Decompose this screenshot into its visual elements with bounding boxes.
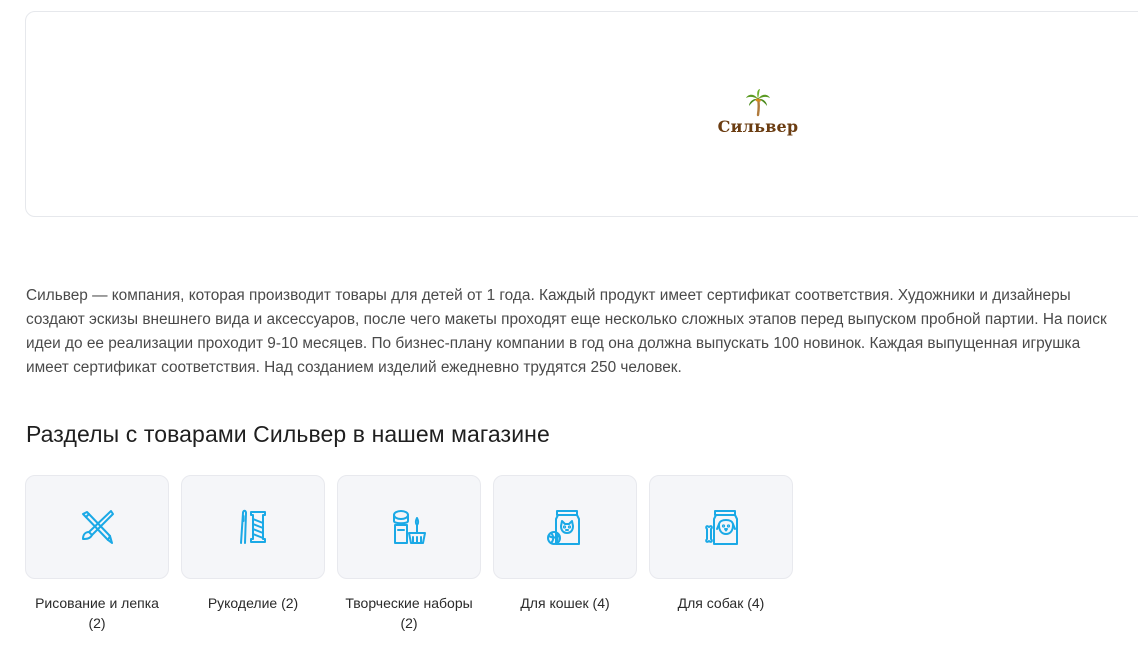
category-label[interactable]: Творческие наборы (2) [337,593,481,633]
brand-card [25,11,1138,217]
category-needlework[interactable]: Рукоделие (2) [181,475,325,613]
brand-logo-text: Сильвер [717,117,799,136]
category-label[interactable]: Рукоделие (2) [181,593,325,613]
category-for-cats[interactable]: Для кошек (4) [493,475,637,613]
dog-food-icon [699,505,743,549]
needle-thread-icon [231,505,275,549]
category-label[interactable]: Рисование и лепка (2) [25,593,169,633]
category-for-dogs[interactable]: Для собак (4) [649,475,793,613]
category-label[interactable]: Для собак (4) [649,593,793,613]
creative-kit-icon [387,505,431,549]
cat-food-icon [543,505,587,549]
category-creative-kits[interactable]: Творческие наборы (2) [337,475,481,633]
category-drawing-modeling[interactable]: Рисование и лепка (2) [25,475,169,633]
page: Сильвер Сильвер — компания, которая прои… [0,0,1138,657]
category-tile[interactable] [649,475,793,579]
category-tile[interactable] [493,475,637,579]
brand-logo: Сильвер [716,88,800,142]
category-label[interactable]: Для кошек (4) [493,593,637,613]
category-tile[interactable] [25,475,169,579]
category-tile[interactable] [181,475,325,579]
category-tile[interactable] [337,475,481,579]
brand-description: Сильвер — компания, которая производит т… [26,287,1107,376]
section-title: Разделы с товарами Сильвер в нашем магаз… [26,421,550,447]
brush-pencil-icon [75,505,119,549]
palm-tree-icon [716,88,800,118]
